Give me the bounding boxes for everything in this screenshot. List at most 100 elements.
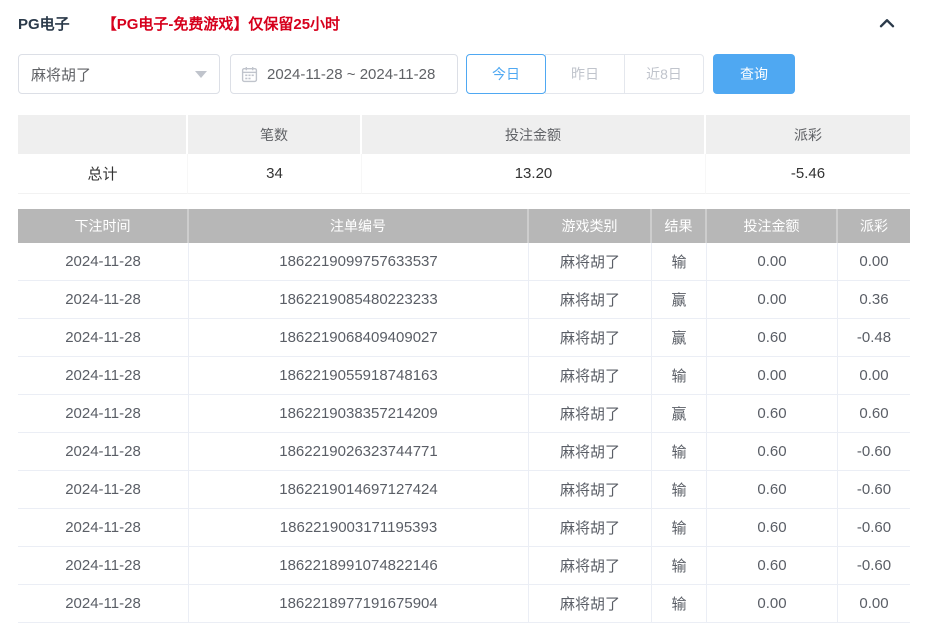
payout-cell: 0.00 <box>838 585 910 623</box>
summary-header-row: 笔数 投注金额 派彩 <box>18 115 910 154</box>
game-type-cell: 麻将胡了 <box>529 395 652 433</box>
table-row: 2024-11-28 1862219014697127424 麻将胡了 输 0.… <box>18 471 910 509</box>
summary-header-bet-amount: 投注金额 <box>362 115 706 154</box>
order-id-cell: 1862219055918748163 <box>189 357 529 395</box>
table-row: 2024-11-28 1862219085480223233 麻将胡了 赢 0.… <box>18 281 910 319</box>
search-button[interactable]: 查询 <box>713 54 795 94</box>
payout-cell: 0.00 <box>838 243 910 281</box>
summary-table: 笔数 投注金额 派彩 总计 34 13.20 -5.46 <box>18 115 910 194</box>
result-cell: 输 <box>652 509 707 547</box>
bet-amount-cell: 0.00 <box>707 585 838 623</box>
result-cell: 赢 <box>652 319 707 357</box>
bet-amount-cell: 0.60 <box>707 471 838 509</box>
result-cell: 输 <box>652 471 707 509</box>
payout-cell: -0.60 <box>838 433 910 471</box>
table-row: 2024-11-28 1862218977191675904 麻将胡了 输 0.… <box>18 585 910 623</box>
payout-cell: 0.60 <box>838 395 910 433</box>
bet-amount-cell: 0.60 <box>707 395 838 433</box>
result-cell: 输 <box>652 357 707 395</box>
bet-date-cell: 2024-11-28 <box>18 509 189 547</box>
order-id-cell: 1862219003171195393 <box>189 509 529 547</box>
col-header-order-id: 注单编号 <box>189 209 529 243</box>
detail-table-body: 2024-11-28 1862219099757633537 麻将胡了 输 0.… <box>18 243 910 623</box>
col-header-bet-amount: 投注金额 <box>707 209 838 243</box>
game-type-cell: 麻将胡了 <box>529 357 652 395</box>
table-row: 2024-11-28 1862219038357214209 麻将胡了 赢 0.… <box>18 395 910 433</box>
order-id-cell: 1862218977191675904 <box>189 585 529 623</box>
col-header-result: 结果 <box>652 209 707 243</box>
bet-records-table: 下注时间 注单编号 游戏类别 结果 投注金额 派彩 2024-11-28 186… <box>18 209 910 623</box>
filter-bar: 麻将胡了 2024-11-28 ~ 2024-11-28 今日 昨日 近8日 查… <box>18 54 910 94</box>
bet-date-cell: 2024-11-28 <box>18 319 189 357</box>
summary-count-value: 34 <box>188 154 362 194</box>
panel-header: PG电子 【PG电子-免费游戏】仅保留25小时 <box>18 10 910 36</box>
bet-date-cell: 2024-11-28 <box>18 243 189 281</box>
collapse-panel-button[interactable] <box>876 12 898 34</box>
payout-cell: 0.00 <box>838 357 910 395</box>
today-button[interactable]: 今日 <box>466 54 546 94</box>
order-id-cell: 1862219068409409027 <box>189 319 529 357</box>
bet-date-cell: 2024-11-28 <box>18 433 189 471</box>
order-id-cell: 1862219014697127424 <box>189 471 529 509</box>
result-cell: 输 <box>652 243 707 281</box>
table-row: 2024-11-28 1862219003171195393 麻将胡了 输 0.… <box>18 509 910 547</box>
bet-amount-cell: 0.60 <box>707 433 838 471</box>
result-cell: 赢 <box>652 395 707 433</box>
date-range-picker[interactable]: 2024-11-28 ~ 2024-11-28 <box>230 54 458 94</box>
game-type-cell: 麻将胡了 <box>529 471 652 509</box>
bet-date-cell: 2024-11-28 <box>18 471 189 509</box>
game-type-cell: 麻将胡了 <box>529 433 652 471</box>
table-row: 2024-11-28 1862219099757633537 麻将胡了 输 0.… <box>18 243 910 281</box>
payout-cell: 0.36 <box>838 281 910 319</box>
bet-date-cell: 2024-11-28 <box>18 547 189 585</box>
quick-date-group: 今日 昨日 近8日 <box>466 54 704 94</box>
table-row: 2024-11-28 1862219068409409027 麻将胡了 赢 0.… <box>18 319 910 357</box>
summary-header-payout: 派彩 <box>706 115 910 154</box>
order-id-cell: 1862219085480223233 <box>189 281 529 319</box>
chevron-up-icon <box>876 12 898 34</box>
game-type-cell: 麻将胡了 <box>529 547 652 585</box>
bet-date-cell: 2024-11-28 <box>18 395 189 433</box>
pg-report-panel: PG电子 【PG电子-免费游戏】仅保留25小时 麻将胡了 2024-11-28 … <box>0 0 928 623</box>
game-select[interactable]: 麻将胡了 <box>18 54 220 94</box>
table-row: 2024-11-28 1862219026323744771 麻将胡了 输 0.… <box>18 433 910 471</box>
payout-cell: -0.60 <box>838 471 910 509</box>
game-type-cell: 麻将胡了 <box>529 281 652 319</box>
detail-header-row: 下注时间 注单编号 游戏类别 结果 投注金额 派彩 <box>18 209 910 243</box>
game-type-cell: 麻将胡了 <box>529 585 652 623</box>
result-cell: 赢 <box>652 281 707 319</box>
bet-amount-cell: 0.60 <box>707 547 838 585</box>
col-header-bet-time: 下注时间 <box>18 209 189 243</box>
summary-total-row: 总计 34 13.20 -5.46 <box>18 154 910 194</box>
payout-cell: -0.48 <box>838 319 910 357</box>
summary-header-count: 笔数 <box>188 115 362 154</box>
result-cell: 输 <box>652 433 707 471</box>
yesterday-button[interactable]: 昨日 <box>545 54 625 94</box>
summary-payout-value: -5.46 <box>706 154 910 194</box>
table-row: 2024-11-28 1862218991074822146 麻将胡了 输 0.… <box>18 547 910 585</box>
game-type-cell: 麻将胡了 <box>529 319 652 357</box>
last-8-days-button[interactable]: 近8日 <box>624 54 704 94</box>
game-select-value: 麻将胡了 <box>31 66 92 84</box>
bet-date-cell: 2024-11-28 <box>18 281 189 319</box>
date-range-value: 2024-11-28 ~ 2024-11-28 <box>267 65 436 83</box>
order-id-cell: 1862218991074822146 <box>189 547 529 585</box>
calendar-icon <box>241 66 258 83</box>
order-id-cell: 1862219038357214209 <box>189 395 529 433</box>
order-id-cell: 1862219099757633537 <box>189 243 529 281</box>
table-row: 2024-11-28 1862219055918748163 麻将胡了 输 0.… <box>18 357 910 395</box>
payout-cell: -0.60 <box>838 547 910 585</box>
bet-date-cell: 2024-11-28 <box>18 357 189 395</box>
payout-cell: -0.60 <box>838 509 910 547</box>
col-header-payout: 派彩 <box>838 209 910 243</box>
bet-amount-cell: 0.60 <box>707 509 838 547</box>
notice-text: 【PG电子-免费游戏】仅保留25小时 <box>101 15 341 33</box>
bet-amount-cell: 0.60 <box>707 319 838 357</box>
chevron-down-icon <box>195 70 207 78</box>
game-type-cell: 麻将胡了 <box>529 509 652 547</box>
page-title: PG电子 <box>18 15 70 33</box>
bet-date-cell: 2024-11-28 <box>18 585 189 623</box>
summary-total-label: 总计 <box>18 154 188 194</box>
result-cell: 输 <box>652 547 707 585</box>
result-cell: 输 <box>652 585 707 623</box>
